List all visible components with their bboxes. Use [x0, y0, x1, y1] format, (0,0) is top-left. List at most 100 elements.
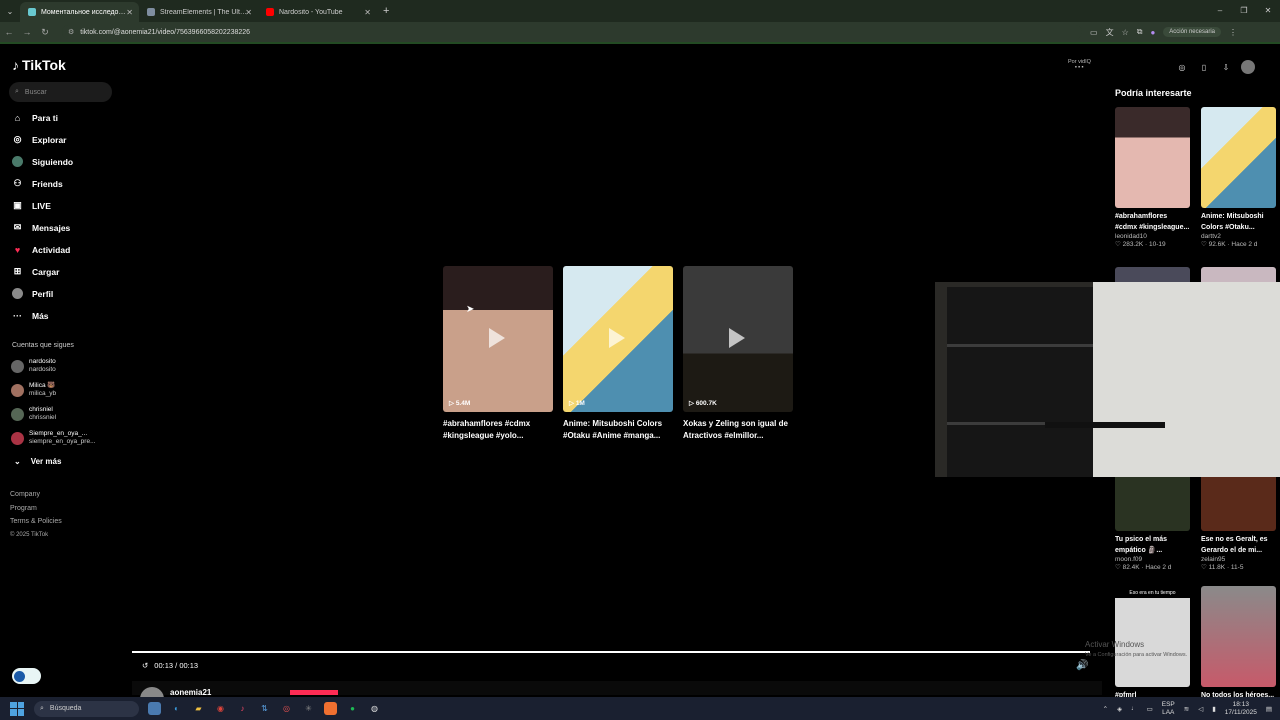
following-account[interactable]: Milica 🐻 milica_yb	[11, 382, 56, 398]
nav-siguiendo[interactable]: Siguiendo	[12, 156, 73, 167]
video-title: #abrahamflores #cdmx #kingsleague...	[1115, 213, 1190, 231]
tab-tiktok[interactable]: Моментальное исследование ✕	[20, 2, 139, 22]
toggle-knob-icon	[14, 670, 25, 682]
app-orange-icon[interactable]	[324, 702, 337, 715]
action-required-button[interactable]: Acción necesaria	[1163, 27, 1221, 37]
nav-label: Explorar	[32, 134, 67, 145]
new-tab-button[interactable]: +	[383, 5, 389, 17]
compass-icon[interactable]: ◎	[1175, 60, 1189, 74]
chrome-alt-icon[interactable]: ◎	[280, 702, 293, 715]
nav-perfil[interactable]: Perfil	[12, 288, 53, 299]
avatar	[11, 407, 24, 421]
microphone-icon[interactable]: ♩	[1131, 705, 1138, 712]
cast-icon[interactable]: ▭	[1090, 28, 1098, 37]
maximize-icon[interactable]: ❐	[1232, 0, 1256, 20]
following-account[interactable]: chrisniel chrissniel	[11, 406, 56, 422]
volume-icon[interactable]: 🔊	[1076, 660, 1088, 671]
tiktok-app-icon[interactable]: ♪	[236, 702, 249, 715]
back-icon[interactable]: ←	[0, 27, 18, 37]
footer-link-terms[interactable]: Terms & Policies	[10, 515, 62, 529]
display-icon[interactable]: ▭	[1147, 705, 1153, 713]
translate-icon[interactable]: 文	[1106, 27, 1114, 38]
browser-tab-strip: ⌄ Моментальное исследование ✕ StreamElem…	[0, 0, 1280, 22]
play-icon	[609, 328, 625, 348]
time-text: 00:13 / 00:13	[154, 661, 199, 670]
nav-live[interactable]: ▣ LIVE	[12, 200, 51, 211]
profile-icon[interactable]: ●	[1150, 28, 1155, 37]
chevron-up-icon[interactable]: ⌃	[1103, 705, 1108, 713]
nav-mas[interactable]: ··· Más	[12, 310, 49, 321]
close-tab-icon[interactable]: ✕	[126, 8, 133, 17]
language-indicator[interactable]: ESP LAA	[1162, 701, 1175, 717]
site-info-icon[interactable]: ⚙	[68, 28, 74, 36]
spotify-icon[interactable]: ●	[346, 702, 359, 715]
video-progress-bar[interactable]	[132, 651, 1090, 653]
account-username: milica_yb	[29, 390, 57, 397]
edge-icon[interactable]: ◐	[170, 702, 183, 715]
tiktok-logo[interactable]: ♪ TikTok	[12, 57, 66, 73]
see-more-button[interactable]: ⌄ Ver más	[14, 457, 61, 466]
vidiq-menu[interactable]: Por vidIQ ···	[1068, 59, 1091, 73]
forward-icon[interactable]: →	[18, 27, 36, 37]
recommended-video[interactable]: ▷ 600.7K Xokas y Zeling son igual de Atr…	[683, 266, 793, 442]
close-tab-icon[interactable]: ✕	[364, 8, 371, 17]
notification-icon[interactable]: ▤	[1266, 705, 1272, 713]
following-account[interactable]: nardosito nardosito	[11, 358, 56, 374]
nav-cargar[interactable]: ⊞ Cargar	[12, 266, 60, 277]
recommended-video[interactable]: ▷ 5.4M #abrahamflores #cdmx #kingsleague…	[443, 266, 553, 442]
replay-icon[interactable]: ↺	[142, 661, 148, 670]
taskbar-search[interactable]: ⌕ Búsqueda	[34, 700, 139, 717]
app-icon[interactable]: ⇅	[258, 702, 271, 715]
bookmark-star-icon[interactable]: ☆	[1122, 28, 1129, 37]
phone-icon[interactable]: ▯	[1197, 60, 1211, 74]
network-icon[interactable]: ◈	[1117, 705, 1122, 713]
follow-button[interactable]	[290, 690, 338, 695]
tab-label: Nardosito - YouTube	[279, 8, 343, 16]
download-icon[interactable]: ⇩	[1219, 60, 1233, 74]
video-stats: ♡ 283.2K · 10-19	[1115, 241, 1166, 248]
obs-icon[interactable]: ◍	[368, 702, 381, 715]
file-explorer-icon[interactable]: ▰	[192, 702, 205, 715]
tab-youtube[interactable]: Nardosito - YouTube ✕	[258, 2, 377, 22]
region-code: LAA	[1162, 708, 1175, 716]
address-bar[interactable]: ⚙ tiktok.com/@aonemia21/video/7563966058…	[62, 25, 1082, 39]
chrome-icon[interactable]: ◉	[214, 702, 227, 715]
tab-search-icon[interactable]: ⌄	[0, 7, 20, 16]
speaker-icon[interactable]: ◁	[1198, 705, 1203, 713]
suggested-video[interactable]: No todos los héroes...	[1201, 586, 1276, 701]
reload-icon[interactable]: ↻	[36, 27, 54, 38]
nav-friends[interactable]: ⚇ Friends	[12, 178, 62, 189]
nav-actividad[interactable]: ♥ Actividad	[12, 244, 70, 255]
top-right-controls: ◎ ▯ ⇩	[1175, 60, 1255, 74]
account-username: siempre_en_oya_pre...	[29, 438, 96, 445]
nav-mensajes[interactable]: ✉ Mensajes	[12, 222, 71, 233]
footer-link-program[interactable]: Program	[10, 502, 62, 516]
recommended-video[interactable]: ▷ 1M Anime: Mitsuboshi Colors #Otaku #An…	[563, 266, 673, 442]
landscape-widget-icon[interactable]	[148, 702, 161, 715]
theme-toggle[interactable]	[12, 668, 41, 684]
suggested-video[interactable]: #abrahamflores #cdmx #kingsleague... leo…	[1115, 107, 1190, 248]
search-icon: ⌕	[15, 88, 19, 95]
following-account[interactable]: Siempre_en_oya_... siempre_en_oya_pre...	[11, 430, 96, 446]
wifi-icon[interactable]: ≋	[1184, 705, 1189, 713]
avatar	[11, 383, 24, 397]
extensions-icon[interactable]: ⧉	[1137, 27, 1143, 37]
nav-para-ti[interactable]: ⌂ Para ti	[12, 112, 58, 123]
browser-menu-icon[interactable]: ⋮	[1229, 28, 1237, 37]
suggested-video[interactable]: Anime: Mitsuboshi Colors #Otaku... dartt…	[1201, 107, 1276, 248]
nav-explorar[interactable]: ◎ Explorar	[12, 134, 67, 145]
close-tab-icon[interactable]: ✕	[245, 8, 252, 17]
avatar[interactable]	[1241, 60, 1255, 74]
windows-start-icon[interactable]	[10, 701, 24, 716]
search-input[interactable]: ⌕ Buscar	[9, 82, 112, 102]
clock[interactable]: 18:13 17/11/2025	[1225, 701, 1257, 717]
footer-link-company[interactable]: Company	[10, 488, 62, 502]
tab-streamelements[interactable]: StreamElements | The Ultimate ✕	[139, 2, 258, 22]
video-title: #abrahamflores #cdmx #kingsleague #yolo.…	[443, 419, 531, 440]
battery-icon[interactable]: ▮	[1212, 705, 1216, 713]
close-window-icon[interactable]: ✕	[1256, 0, 1280, 20]
minimize-icon[interactable]: –	[1208, 0, 1232, 20]
account-name: Milica 🐻	[29, 382, 56, 389]
author-username[interactable]: aonemia21	[170, 688, 211, 697]
settings-icon[interactable]: ✳	[302, 702, 315, 715]
